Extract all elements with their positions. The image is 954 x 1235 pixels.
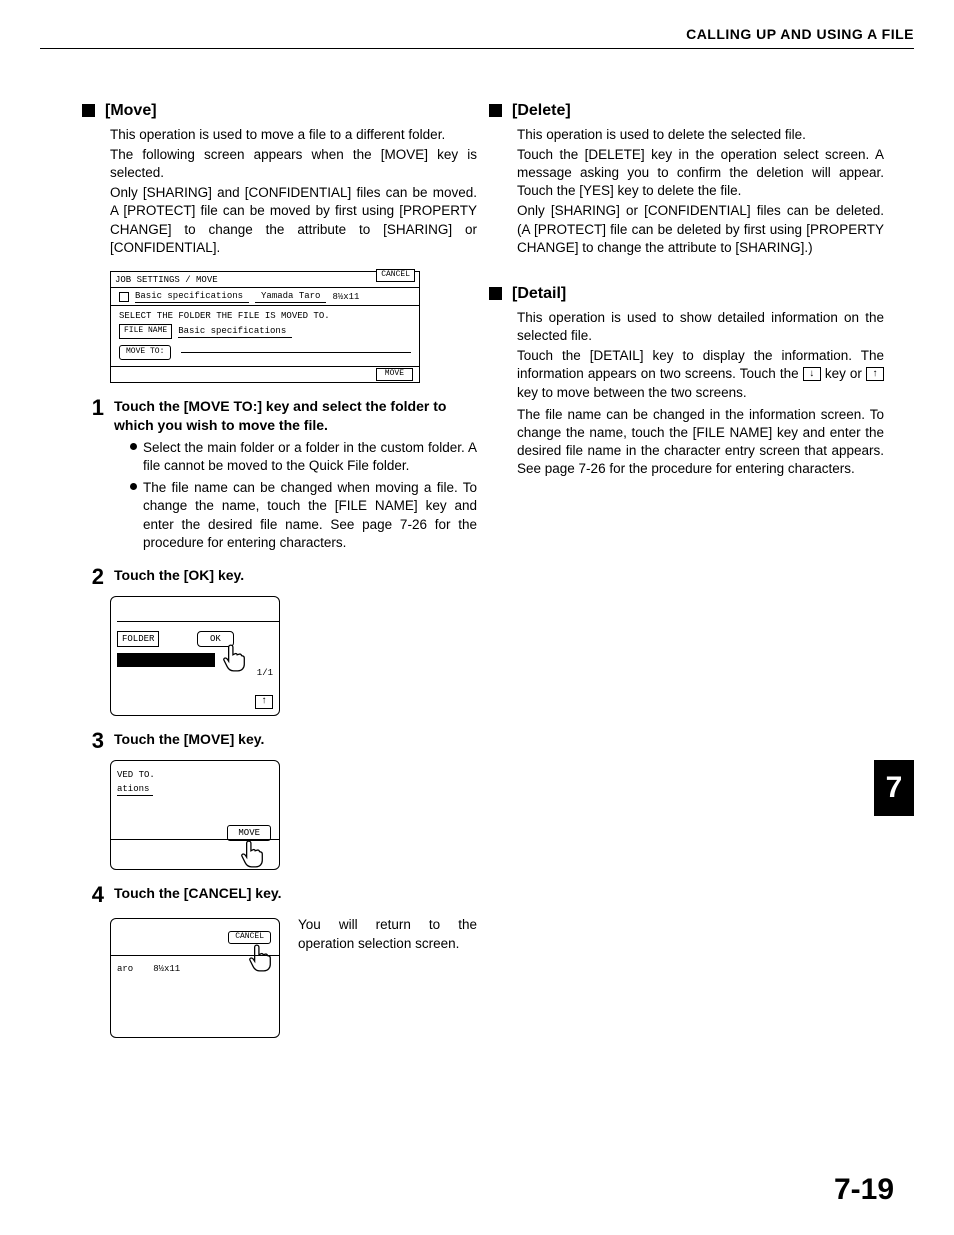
move-p1: This operation is used to move a file to… <box>110 126 477 144</box>
arrow-down-key-icon[interactable]: ↓ <box>803 367 821 381</box>
arrow-up-key-icon[interactable]: ↑ <box>866 367 884 381</box>
move-heading: [Move] <box>82 100 477 122</box>
step-4-row: CANCEL aro 8½x11 You will return to the … <box>110 910 477 1046</box>
delete-body: This operation is used to delete the sel… <box>517 126 884 258</box>
ok-figure: FOLDER OK 1/1 ↑ <box>110 596 280 716</box>
move-body: This operation is used to move a file to… <box>110 126 477 258</box>
delete-heading: [Delete] <box>489 100 884 122</box>
filename-button[interactable]: FILE NAME <box>119 324 172 339</box>
pointing-hand-icon <box>247 943 273 973</box>
dialog-size: 8½x11 <box>332 291 359 303</box>
body-columns: [Move] This operation is used to move a … <box>110 100 884 1135</box>
step-1-number: 1 <box>84 397 104 435</box>
detail-heading: [Detail] <box>489 283 884 305</box>
detail-body: This operation is used to show detailed … <box>517 309 884 479</box>
move-to-button[interactable]: MOVE TO: <box>119 345 171 360</box>
step-4-number: 4 <box>84 884 104 906</box>
selected-row <box>117 653 215 667</box>
step-4: 4 Touch the [CANCEL] key. <box>84 884 477 906</box>
move-heading-text: [Move] <box>105 100 157 122</box>
cancel-figure: CANCEL aro 8½x11 <box>110 918 280 1038</box>
dialog-file-name: Basic specifications <box>135 290 249 303</box>
move-to-line <box>181 352 411 353</box>
move-button[interactable]: MOVE <box>376 368 413 381</box>
dialog-instruction: SELECT THE FOLDER THE FILE IS MOVED TO. <box>111 306 419 324</box>
page-number: 7-19 <box>834 1173 894 1207</box>
pointing-hand-icon <box>239 839 265 869</box>
file-thumb-icon <box>119 292 129 302</box>
move-p2: The following screen appears when the [M… <box>110 146 477 182</box>
left-column: [Move] This operation is used to move a … <box>110 100 477 1135</box>
detail-p2: Touch the [DETAIL] key to display the in… <box>517 347 884 402</box>
move-figure: VED TO. ations MOVE <box>110 760 280 870</box>
scroll-up-button[interactable]: ↑ <box>255 695 273 709</box>
step-3: 3 Touch the [MOVE] key. <box>84 730 477 752</box>
step-1-b2: The file name can be changed when moving… <box>143 479 477 552</box>
dialog-user: Yamada Taro <box>255 290 326 303</box>
pointing-hand-icon <box>221 643 247 673</box>
bullet-icon <box>130 443 137 450</box>
bullet-icon <box>130 483 137 490</box>
header-rule <box>40 48 914 49</box>
step-2-title: Touch the [OK] key. <box>114 566 477 588</box>
step-3-title: Touch the [MOVE] key. <box>114 730 477 752</box>
delete-p2: Touch the [DELETE] key in the operation … <box>517 146 884 201</box>
folder-button[interactable]: FOLDER <box>117 631 159 647</box>
fig-col-1: aro <box>117 963 133 975</box>
move-p3: Only [SHARING] and [CONFIDENTIAL] files … <box>110 184 477 257</box>
delete-heading-text: [Delete] <box>512 100 571 122</box>
square-bullet-icon <box>489 287 502 300</box>
step-1-b1: Select the main folder or a folder in th… <box>143 439 477 475</box>
detail-p2c: key to move between the two screens. <box>517 385 747 400</box>
delete-p3: Only [SHARING] or [CONFIDENTIAL] files c… <box>517 202 884 257</box>
step-2: 2 Touch the [OK] key. <box>84 566 477 588</box>
square-bullet-icon <box>82 104 95 117</box>
cancel-button[interactable]: CANCEL <box>228 931 271 944</box>
detail-p1: This operation is used to show detailed … <box>517 309 884 345</box>
detail-p2b: key or <box>825 366 866 381</box>
step-3-number: 3 <box>84 730 104 752</box>
square-bullet-icon <box>489 104 502 117</box>
move-dialog-figure: JOB SETTINGS / MOVE CANCEL Basic specifi… <box>110 271 420 383</box>
step-4-side-text: You will return to the operation selecti… <box>298 910 477 954</box>
dialog-cancel-button[interactable]: CANCEL <box>376 269 415 282</box>
delete-p1: This operation is used to delete the sel… <box>517 126 884 144</box>
step-2-number: 2 <box>84 566 104 588</box>
filename-value: Basic specifications <box>178 325 292 338</box>
page-indicator: 1/1 <box>257 667 273 679</box>
fig-text-2: ations <box>117 783 153 796</box>
step-4-title: Touch the [CANCEL] key. <box>114 884 477 906</box>
step-1-bullets: Select the main folder or a folder in th… <box>130 439 477 552</box>
fig-text-1: VED TO. <box>117 769 155 781</box>
step-1: 1 Touch the [MOVE TO:] key and select th… <box>84 397 477 435</box>
dialog-title: JOB SETTINGS / MOVE <box>115 274 218 286</box>
step-1-title: Touch the [MOVE TO:] key and select the … <box>114 397 477 435</box>
chapter-tab: 7 <box>874 760 914 816</box>
fig-col-2: 8½x11 <box>153 963 180 975</box>
header-title: CALLING UP AND USING A FILE <box>686 26 914 42</box>
detail-heading-text: [Detail] <box>512 283 566 305</box>
right-column: [Delete] This operation is used to delet… <box>517 100 884 1135</box>
page: CALLING UP AND USING A FILE [Move] This … <box>0 0 954 1235</box>
detail-p3: The file name can be changed in the info… <box>517 406 884 479</box>
